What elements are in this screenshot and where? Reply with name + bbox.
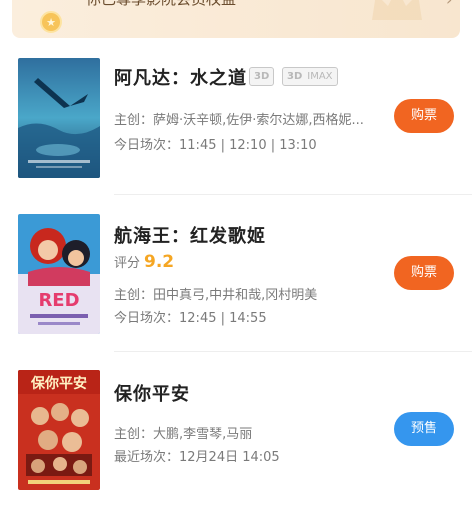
chevron-right-icon: › <box>446 0 452 9</box>
movie-cast: 主创：田中真弓,中井和哉,冈村明美 <box>114 288 318 303</box>
movie-poster[interactable]: RED <box>18 214 100 334</box>
movie-title: 航海王：红发歌姬 <box>114 226 266 247</box>
format-tag-3d: 3D <box>249 67 275 86</box>
movie-score: 评分 9.2 <box>114 252 175 272</box>
movie-cast: 主创：萨姆·沃辛顿,佐伊·索尔达娜,西格妮... <box>114 113 364 128</box>
movie-schedule: 今日场次：12:45 | 14:55 <box>114 311 267 326</box>
divider <box>114 194 472 195</box>
format-tag-3d-imax: 3D IMAX <box>282 67 338 86</box>
movie-poster[interactable] <box>18 58 100 178</box>
svg-text:RED: RED <box>38 290 79 311</box>
movie-schedule: 今日场次：11:45 | 12:10 | 13:10 <box>114 138 317 153</box>
movie-title: 阿凡达：水之道 <box>114 68 247 89</box>
member-coin-icon: ★ <box>40 11 62 33</box>
member-benefits-banner[interactable]: ★ 你已尊享影院会员权益 › <box>12 0 460 38</box>
buy-ticket-button[interactable]: 购票 <box>394 256 454 290</box>
member-benefits-text: 你已尊享影院会员权益 <box>86 0 236 10</box>
divider <box>114 351 472 352</box>
movie-poster[interactable]: 保你平安 <box>18 370 100 490</box>
crown-icon <box>372 0 422 20</box>
buy-ticket-button[interactable]: 购票 <box>394 99 454 133</box>
movie-cast: 主创：大鹏,李雪琴,马丽 <box>114 427 253 442</box>
svg-text:保你平安: 保你平安 <box>30 375 87 392</box>
movie-schedule: 最近场次：12月24日 14:05 <box>114 450 280 465</box>
presale-button[interactable]: 预售 <box>394 412 454 446</box>
movie-title: 保你平安 <box>114 384 190 405</box>
